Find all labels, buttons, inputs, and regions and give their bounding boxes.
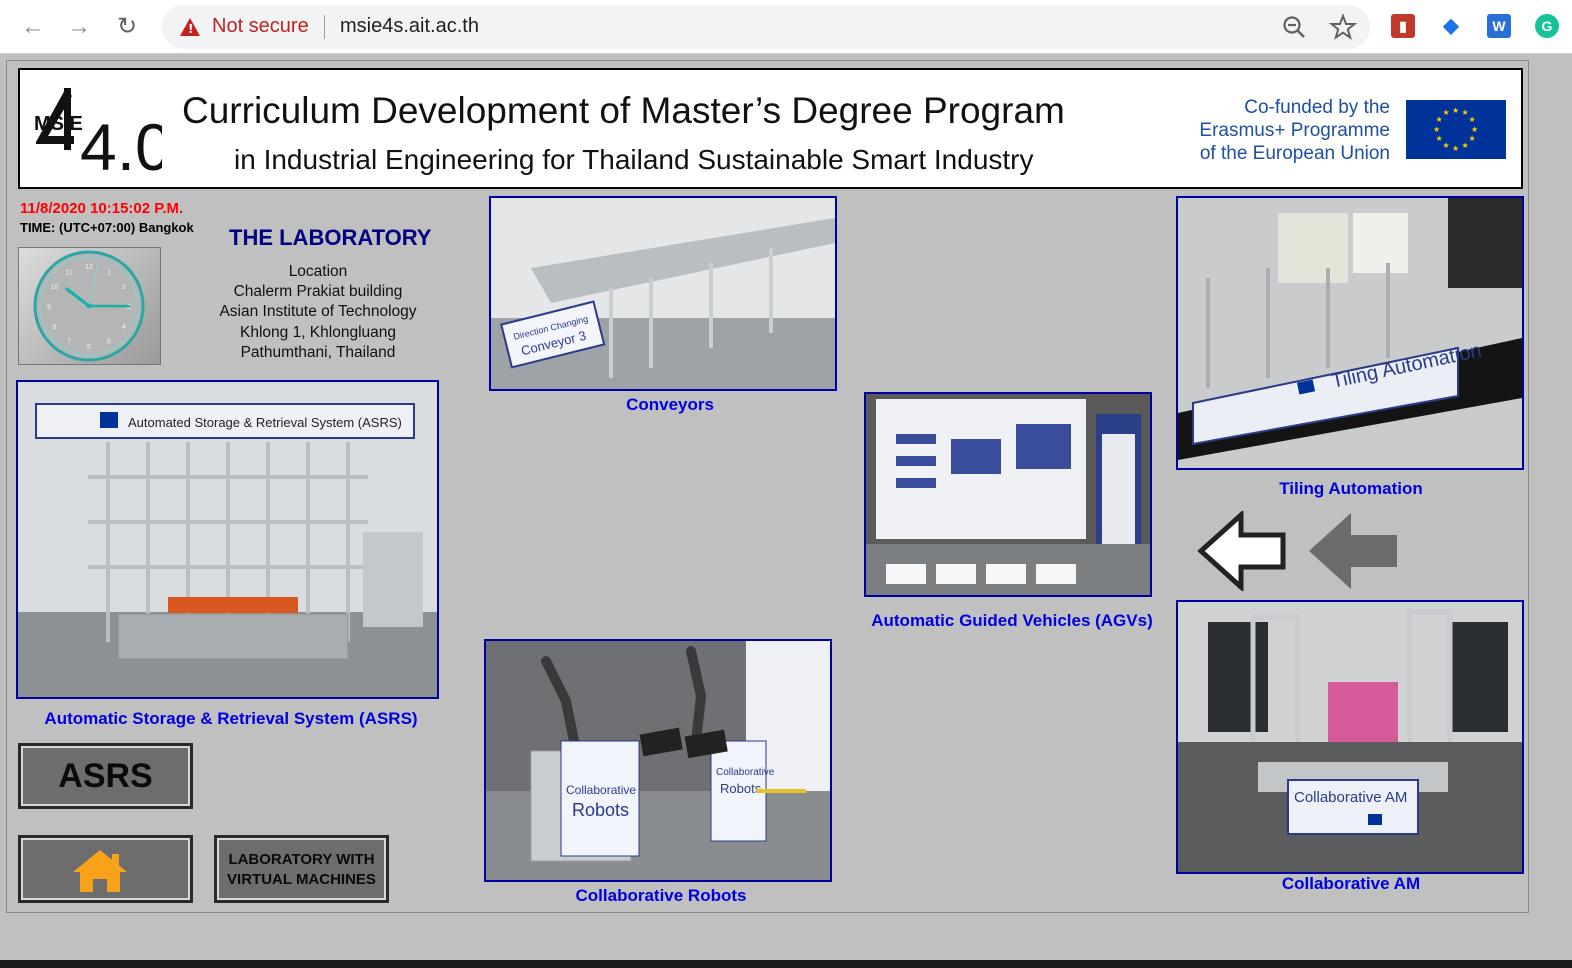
pdf-extension-icon[interactable]: ▮ xyxy=(1391,14,1415,38)
header-banner: MSIE 4.0 Curriculum Development of Maste… xyxy=(18,68,1523,189)
address-separator xyxy=(324,15,325,39)
clock-number: 6 xyxy=(87,344,91,351)
address-bar[interactable]: Not secure msie4s.ait.ac.th xyxy=(162,5,1370,49)
location-line: Pathumthani, Thailand xyxy=(240,343,396,361)
cobot-sign-line1: Collaborative xyxy=(566,783,636,797)
clock-number: 2 xyxy=(122,284,126,291)
logo-number: 4.0 xyxy=(80,110,162,179)
conveyors-caption[interactable]: Conveyors xyxy=(587,395,753,415)
reload-icon[interactable]: ↻ xyxy=(112,12,142,42)
eu-star-icon: ★ xyxy=(1435,134,1443,143)
logo-text: MSIE xyxy=(34,113,83,135)
clock-number: 7 xyxy=(67,339,71,346)
warning-icon[interactable] xyxy=(180,18,200,36)
agvs-caption[interactable]: Automatic Guided Vehicles (AGVs) xyxy=(862,611,1162,631)
clock-number: 12 xyxy=(85,264,93,271)
zoom-out-icon[interactable] xyxy=(1280,13,1308,41)
asrs-sign-text: Automated Storage & Retrieval System (AS… xyxy=(128,415,402,430)
home-button[interactable] xyxy=(18,835,193,903)
clock-number: 11 xyxy=(65,269,72,276)
asrs-button[interactable]: ASRS xyxy=(18,743,193,809)
eu-flag-icon: ★ ★ ★ ★ ★ ★ ★ ★ ★ ★ ★ ★ xyxy=(1406,100,1506,159)
vm-button-line1: LABORATORY WITH xyxy=(228,851,375,868)
location-line: Chalerm Prakiat building xyxy=(233,283,403,301)
agvs-photo[interactable] xyxy=(864,392,1152,597)
analog-clock: 12 1 2 3 4 5 6 7 8 9 10 11 xyxy=(18,247,161,365)
location-block: Location Chalerm Prakiat building Asian … xyxy=(198,262,438,363)
timezone-label: TIME: (UTC+07:00) Bangkok xyxy=(20,220,194,235)
security-label[interactable]: Not secure xyxy=(212,15,309,38)
eu-star-icon: ★ xyxy=(1471,124,1479,134)
cobot-sign-line2: Robots xyxy=(572,800,629,820)
eu-star-icon: ★ xyxy=(1461,140,1469,150)
page-frame: MSIE 4.0 Curriculum Development of Maste… xyxy=(6,60,1529,913)
left-arrow-outline-icon[interactable] xyxy=(1197,511,1287,591)
eu-star-icon: ★ xyxy=(1468,134,1476,143)
title-line1: Curriculum Development of Master’s Degre… xyxy=(182,90,1065,131)
eu-star-icon: ★ xyxy=(1442,108,1450,118)
eu-star-icon: ★ xyxy=(1433,124,1441,134)
msie-logo: MSIE 4.0 xyxy=(34,88,162,179)
home-icon xyxy=(73,850,127,892)
clock-face: 121234567891011 xyxy=(33,250,145,362)
eu-star-icon: ★ xyxy=(1452,105,1460,115)
vm-button-label: LABORATORY WITH VIRTUAL MACHINES xyxy=(217,838,386,890)
clock-number: 8 xyxy=(52,324,56,331)
asrs-photo[interactable]: Automated Storage & Retrieval System (AS… xyxy=(16,380,439,699)
location-line: Khlong 1, Khlongluang xyxy=(240,323,396,341)
eu-star-icon: ★ xyxy=(1442,140,1450,150)
star-icon[interactable] xyxy=(1329,13,1357,41)
cam-photo[interactable]: Collaborative AM xyxy=(1176,600,1524,874)
cofund-line1: Co-funded by the xyxy=(1244,97,1390,118)
grad-cap-extension-icon[interactable]: ◆ xyxy=(1439,14,1463,38)
left-arrow-solid-icon[interactable] xyxy=(1307,511,1399,591)
tiling-caption[interactable]: Tiling Automation xyxy=(1255,479,1447,499)
cobot-sign2-line2: Robots xyxy=(720,781,762,796)
clock-number: 1 xyxy=(107,269,111,276)
laboratory-heading: THE LABORATORY xyxy=(229,225,432,250)
forward-arrow-icon[interactable]: → xyxy=(64,12,94,42)
bottom-edge xyxy=(0,960,1572,968)
browser-toolbar: ← → ↻ Not secure msie4s.ait.ac.th ▮ ◆ W … xyxy=(0,0,1572,54)
w-extension-icon[interactable]: W xyxy=(1487,14,1511,38)
tiling-photo[interactable]: Tiling Automation xyxy=(1176,196,1524,470)
location-line: Location xyxy=(288,263,348,280)
clock-number: 10 xyxy=(50,284,58,291)
cam-caption[interactable]: Collaborative AM xyxy=(1255,874,1447,894)
eu-star-icon: ★ xyxy=(1468,115,1476,124)
clock-number: 4 xyxy=(122,324,126,331)
title-line2: in Industrial Engineering for Thailand S… xyxy=(234,144,1034,175)
grammarly-extension-icon[interactable]: G xyxy=(1535,14,1559,38)
current-datetime: 11/8/2020 10:15:02 P.M. xyxy=(20,200,184,217)
clock-number: 9 xyxy=(47,304,51,311)
eu-star-icon: ★ xyxy=(1452,143,1460,153)
eu-star-icon: ★ xyxy=(1435,115,1443,124)
location-line: Asian Institute of Technology xyxy=(219,303,417,321)
clock-number: 5 xyxy=(107,339,111,346)
back-arrow-icon[interactable]: ← xyxy=(18,12,48,42)
asrs-button-label: ASRS xyxy=(58,757,153,795)
cofund-text: Co-funded by the Erasmus+ Programme of t… xyxy=(1170,96,1390,165)
cobot-sign2-line1: Collaborative xyxy=(716,767,775,778)
conveyors-photo[interactable]: Direction Changing Conveyor 3 xyxy=(489,196,837,391)
cobots-photo[interactable]: Collaborative Robots Collaborative Robot… xyxy=(484,639,832,882)
cam-sign-text: Collaborative AM xyxy=(1294,789,1407,806)
cofund-line2: Erasmus+ Programme xyxy=(1199,120,1390,141)
vm-button-line2: VIRTUAL MACHINES xyxy=(227,871,376,888)
cobots-caption[interactable]: Collaborative Robots xyxy=(561,886,761,906)
asrs-caption[interactable]: Automatic Storage & Retrieval System (AS… xyxy=(31,709,431,729)
virtual-machines-button[interactable]: LABORATORY WITH VIRTUAL MACHINES xyxy=(214,835,389,903)
cofund-line3: of the European Union xyxy=(1199,143,1390,164)
url-text[interactable]: msie4s.ait.ac.th xyxy=(340,15,479,38)
